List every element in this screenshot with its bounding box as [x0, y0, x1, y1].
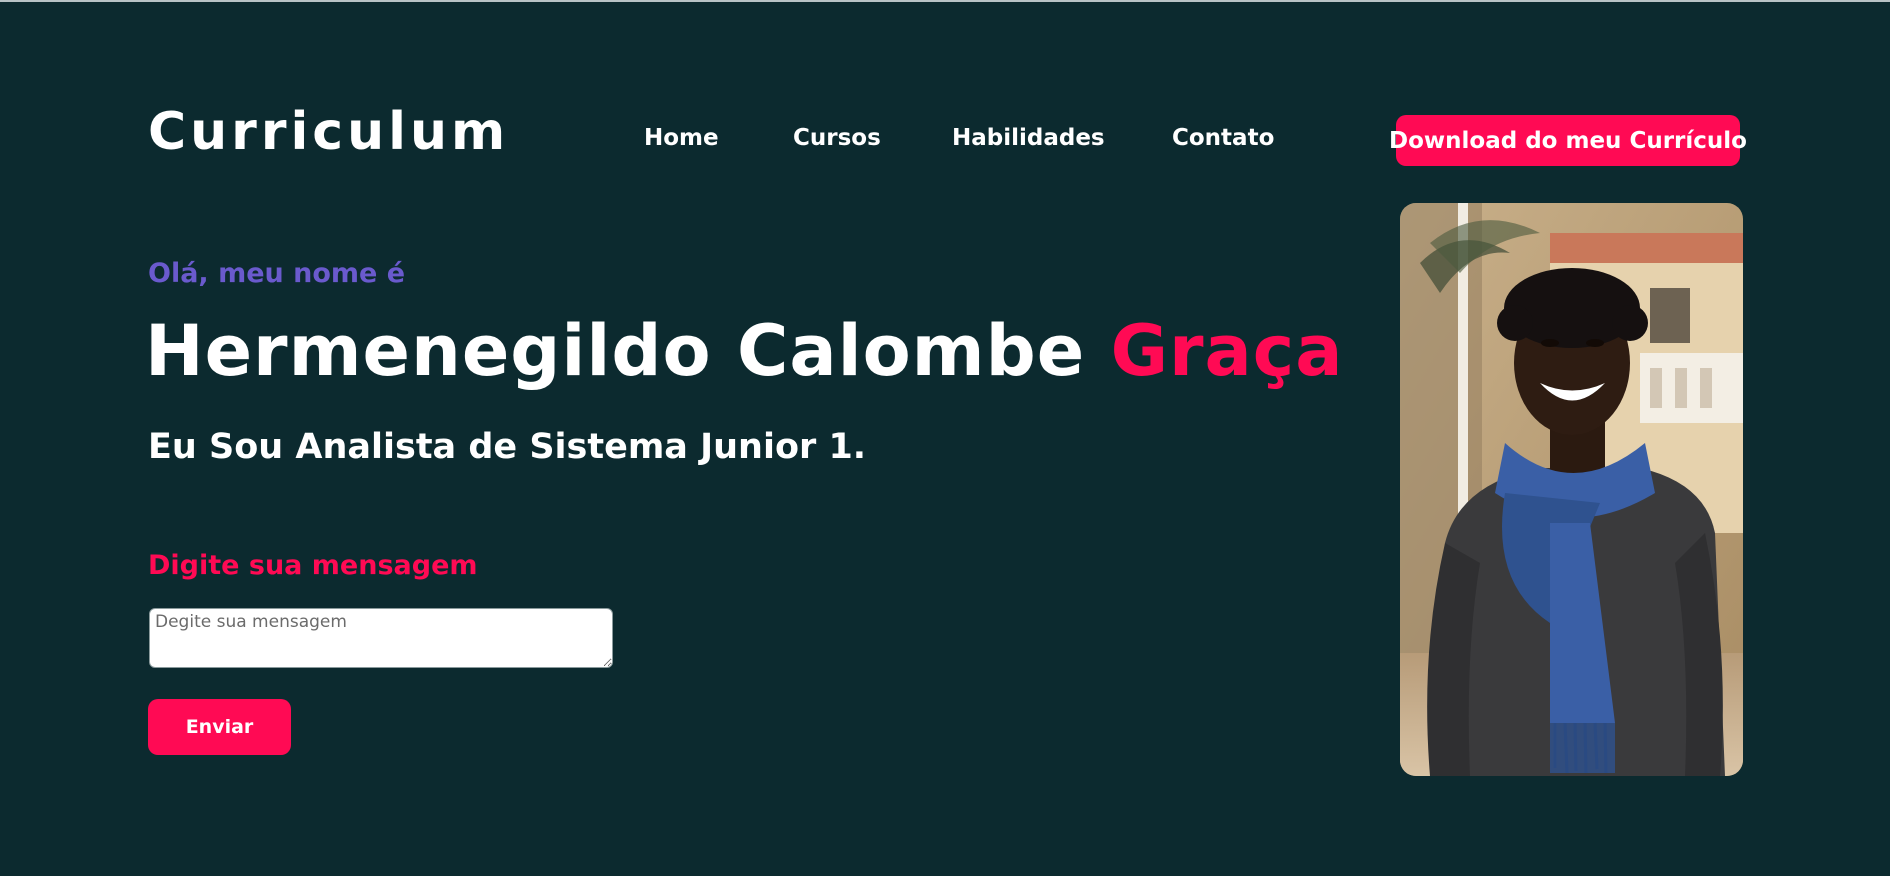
nav-cursos-link[interactable]: Cursos [793, 125, 881, 151]
profile-photo [1400, 203, 1743, 776]
greeting-text: Olá, meu nome é [148, 258, 406, 289]
message-textarea[interactable] [149, 608, 613, 668]
nav-home-link[interactable]: Home [644, 125, 719, 151]
profile-photo-illustration [1400, 203, 1743, 776]
page: Curriculum Home Cursos Habilidades Conta… [0, 0, 1890, 876]
nav-contato-link[interactable]: Contato [1172, 125, 1274, 151]
nav-habilidades-link[interactable]: Habilidades [952, 125, 1105, 151]
role-text: Eu Sou Analista de Sistema Junior 1. [148, 427, 867, 467]
send-button[interactable]: Enviar [148, 699, 291, 755]
logo[interactable]: Curriculum [148, 102, 509, 162]
download-resume-button[interactable]: Download do meu Currículo [1389, 115, 1747, 166]
message-label: Digite sua mensagem [148, 550, 478, 581]
name-accent: Graça [1110, 310, 1344, 392]
name-main: Hermenegildo Calombe [145, 310, 1111, 392]
person-name: Hermenegildo Calombe Graça [145, 310, 1344, 392]
